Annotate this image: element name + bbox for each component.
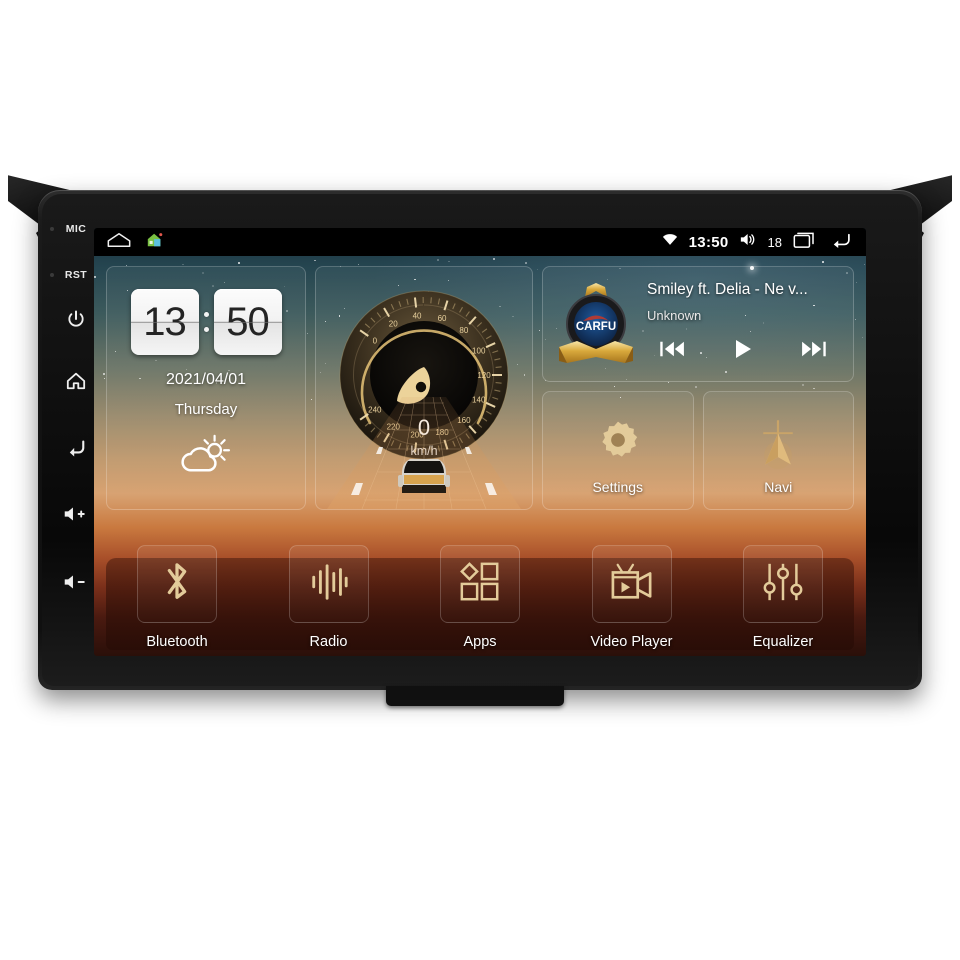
dock-item-apps[interactable]: Apps: [417, 545, 543, 650]
clock-hours: 13: [130, 289, 199, 355]
screenshot-root: MIC RST 13:50 18 13 50 2021/04/01 Thursd…: [0, 0, 960, 960]
dock-icon-box-radio[interactable]: [288, 545, 369, 623]
play-icon[interactable]: [732, 338, 754, 365]
clock-minutes-value: 50: [226, 300, 269, 344]
dock-item-bluetooth[interactable]: Bluetooth: [114, 545, 240, 650]
volume-icon: [740, 232, 757, 252]
track-title: Smiley ft. Delia - Ne v...: [647, 281, 808, 298]
wifi-icon: [662, 233, 678, 251]
speedometer-widget[interactable]: 020406080100120140160180200220240 0 km/h: [315, 266, 533, 510]
house-launcher-icon[interactable]: [146, 231, 164, 254]
svg-text:0: 0: [373, 337, 378, 346]
hardware-key-volume-down[interactable]: [56, 573, 96, 591]
dock-item-video-player[interactable]: Video Player: [569, 545, 695, 650]
dock-label-radio: Radio: [309, 634, 348, 650]
music-widget[interactable]: CARFU Smiley ft. Delia - Ne v... Unknown: [542, 266, 854, 382]
back-icon: [69, 440, 85, 457]
svg-text:40: 40: [413, 311, 422, 320]
mic-hole-icon: [50, 227, 54, 231]
status-time: 13:50: [688, 233, 729, 251]
svg-text:120: 120: [477, 371, 491, 380]
previous-track-icon[interactable]: [659, 339, 687, 364]
navi-tile-label: Navi: [764, 479, 793, 495]
right-widget-column: CARFU Smiley ft. Delia - Ne v... Unknown: [542, 266, 854, 510]
hardware-key-back[interactable]: [56, 437, 96, 457]
carfu-logo: CARFU: [557, 277, 635, 369]
hardware-key-home[interactable]: [56, 371, 96, 391]
video-camera-icon: [609, 561, 655, 608]
recent-apps-icon[interactable]: [793, 232, 817, 253]
back-arrow-icon[interactable]: [828, 232, 852, 253]
media-controls: [647, 331, 839, 371]
volume-level: 18: [767, 234, 782, 250]
gear-icon: [596, 418, 640, 467]
svg-text:60: 60: [438, 314, 447, 323]
clock-date: 2021/04/01: [165, 371, 247, 388]
volume-up-icon: [64, 507, 85, 521]
hardware-key-reset[interactable]: RST: [50, 269, 96, 281]
navi-tile[interactable]: Navi: [702, 391, 854, 510]
dock-label-apps: Apps: [463, 634, 497, 650]
app-dock: Bluetooth Radio Apps Video Player Equalizer: [106, 520, 854, 650]
home-icon: [66, 372, 86, 390]
hardware-key-mic[interactable]: MIC: [50, 223, 96, 235]
volume-down-icon: [64, 575, 85, 589]
clock-colon: [203, 312, 210, 332]
home-outline-icon[interactable]: [106, 232, 132, 253]
dock-icon-box-apps[interactable]: [440, 545, 520, 623]
road-illustration: [316, 397, 532, 509]
bluetooth-icon: [156, 559, 198, 610]
carfu-text: CARFU: [576, 321, 616, 333]
radio-waves-icon: [307, 561, 351, 608]
dock-item-equalizer[interactable]: Equalizer: [720, 545, 846, 650]
car-illustration: [398, 459, 450, 493]
dock-label-equalizer: Equalizer: [752, 634, 814, 650]
tile-row: Settings Navi: [542, 391, 854, 510]
clock-minutes: 50: [213, 289, 282, 355]
reset-hole-icon: [50, 273, 54, 277]
touchscreen[interactable]: 13:50 18 13 50 2021/04/01 Thursday 0 20 …: [94, 228, 866, 656]
hardware-key-mic-label: MIC: [65, 223, 87, 235]
navigation-arrow-icon: [754, 418, 802, 481]
dock-label-bluetooth: Bluetooth: [146, 634, 208, 650]
dock-icon-box-video-player[interactable]: [591, 545, 672, 623]
partly-cloudy-icon: [181, 434, 231, 472]
clock-hours-value: 13: [143, 300, 186, 344]
dock-label-video-player: Video Player: [590, 634, 673, 650]
clock-weekday: Thursday: [174, 401, 238, 418]
flip-clock: 13 50: [107, 289, 305, 355]
settings-tile-label: Settings: [592, 479, 644, 495]
hardware-key-power[interactable]: [56, 309, 96, 329]
clock-widget[interactable]: 13 50 2021/04/01 Thursday: [106, 266, 306, 510]
dock-icon-box-equalizer[interactable]: [743, 545, 823, 623]
status-bar: 13:50 18: [94, 228, 866, 256]
weather-area[interactable]: [107, 434, 305, 476]
bezel-bottom-tab: [386, 686, 564, 706]
hardware-key-volume-up[interactable]: [56, 505, 96, 523]
widget-row: 13 50 2021/04/01 Thursday 0 20 40 60 80 …: [106, 266, 854, 510]
next-track-icon[interactable]: [799, 339, 827, 364]
apps-grid-icon: [458, 560, 502, 609]
dock-item-radio[interactable]: Radio: [266, 545, 392, 650]
equalizer-sliders-icon: [761, 560, 805, 609]
settings-tile[interactable]: Settings: [542, 391, 694, 510]
svg-text:20: 20: [389, 319, 398, 328]
hardware-key-reset-label: RST: [64, 269, 88, 281]
svg-text:80: 80: [459, 326, 468, 335]
svg-text:100: 100: [472, 346, 486, 355]
track-artist: Unknown: [647, 308, 702, 323]
dock-icon-box-bluetooth[interactable]: [137, 545, 217, 623]
power-icon: [68, 310, 84, 327]
